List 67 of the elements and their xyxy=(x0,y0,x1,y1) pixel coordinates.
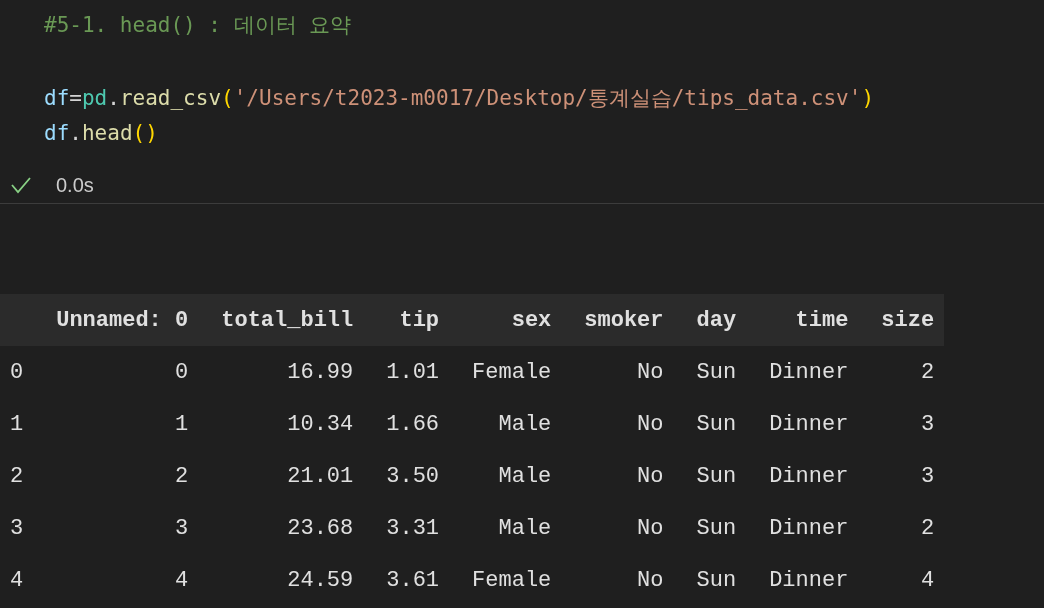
table-cell: Sun xyxy=(696,567,737,593)
table-cell: 16.99 xyxy=(287,359,354,385)
table-cell: Dinner xyxy=(769,567,849,593)
table-cell: 3.50 xyxy=(386,463,440,489)
table-cell: Sun xyxy=(696,515,737,541)
code-token: pd xyxy=(81,86,108,110)
row-index: 3 xyxy=(10,515,24,541)
table-cell: Male xyxy=(498,515,552,541)
table-cell: 2 xyxy=(920,359,935,385)
code-token: () xyxy=(132,121,158,145)
table-cell: Sun xyxy=(696,359,737,385)
table-cell: No xyxy=(637,411,664,437)
table-cell: Dinner xyxy=(769,411,849,437)
column-header: tip xyxy=(399,307,440,333)
table-cell: 23.68 xyxy=(287,515,354,541)
table-cell: 3 xyxy=(920,411,935,437)
table-cell: Sun xyxy=(696,411,737,437)
table-cell: Male xyxy=(498,411,552,437)
column-header: sex xyxy=(511,307,552,333)
table-cell: No xyxy=(637,567,664,593)
table-cell: 3.61 xyxy=(386,567,440,593)
column-header: total_bill xyxy=(221,307,354,333)
table-cell: Male xyxy=(498,463,552,489)
row-index: 2 xyxy=(10,463,24,489)
table-cell: 1.66 xyxy=(386,411,440,437)
column-header: Unnamed: 0 xyxy=(56,307,189,333)
code-token: '/Users/t2023-m0017/Desktop/통계실습/tips_data.csv' xyxy=(233,86,862,110)
table-cell: Dinner xyxy=(769,515,849,541)
table-cell: 1 xyxy=(175,411,189,437)
table-cell: 0 xyxy=(175,359,189,385)
column-header: day xyxy=(696,307,737,333)
row-index: 1 xyxy=(10,411,24,437)
column-header: size xyxy=(881,307,935,333)
table-cell: No xyxy=(637,359,664,385)
table-cell: 4 xyxy=(920,567,935,593)
code-token: ) xyxy=(861,86,875,110)
table-cell: 1.01 xyxy=(386,359,440,385)
table-cell: No xyxy=(637,463,664,489)
table-cell: 3.31 xyxy=(386,515,440,541)
table-cell: 2 xyxy=(175,463,189,489)
code-token: head xyxy=(81,121,133,145)
table-cell: 24.59 xyxy=(287,567,354,593)
table-cell: 4 xyxy=(175,567,189,593)
code-token: df xyxy=(44,121,70,145)
row-index: 0 xyxy=(10,359,24,385)
column-header: time xyxy=(795,307,849,333)
table-cell: 21.01 xyxy=(287,463,354,489)
code-token: df xyxy=(44,86,70,110)
column-header: smoker xyxy=(584,307,664,333)
table-cell: 2 xyxy=(920,515,935,541)
code-token: . xyxy=(107,86,120,110)
code-token: read_csv xyxy=(119,86,222,110)
table-cell: Sun xyxy=(696,463,737,489)
code-token: . xyxy=(69,121,82,145)
code-comment: #5-1. head() : 데이터 요약 xyxy=(44,12,353,39)
table-cell: 10.34 xyxy=(287,411,354,437)
table-cell: Dinner xyxy=(769,359,849,385)
table-cell: Dinner xyxy=(769,463,849,489)
code-token: = xyxy=(69,86,82,110)
table-cell: Female xyxy=(472,567,552,593)
execution-time: 0.0s xyxy=(56,173,94,197)
table-cell: 3 xyxy=(175,515,189,541)
table-cell: 3 xyxy=(920,463,935,489)
code-token: ( xyxy=(221,86,234,110)
table-cell: No xyxy=(637,515,664,541)
row-index: 4 xyxy=(10,567,24,593)
table-cell: Female xyxy=(472,359,552,385)
